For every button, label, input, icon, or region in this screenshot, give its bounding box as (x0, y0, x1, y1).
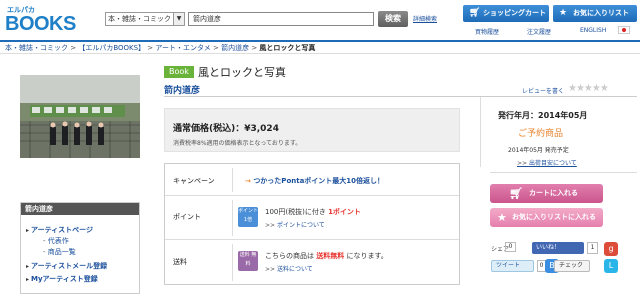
breadcrumb-item[interactable]: 本・雑誌・コミック (5, 44, 68, 52)
shipping-text-suffix: になります。 (346, 252, 388, 260)
add-to-cart-button[interactable]: 🛒︎ カートに入れる (490, 184, 603, 203)
rating-stars: ★★★★★ (568, 83, 609, 94)
point-badge-icon: ポイント 1倍 (238, 207, 258, 227)
price-box: 通常価格(税込)：¥3,024 消費税率8%適用の価格表示となっております。 (164, 108, 460, 152)
favorites-list-label: お気に入りリスト (573, 9, 629, 17)
regular-price: 通常価格(税込)：¥3,024 (173, 124, 279, 134)
mixi-check-label: チェック (559, 262, 584, 269)
japan-flag-icon[interactable] (618, 26, 630, 34)
category-value: 本・雑誌・コミック (108, 15, 171, 23)
write-review-link[interactable]: レビューを書く (522, 86, 564, 95)
campaign-label: キャンペーン (173, 177, 215, 185)
sidebar-sub-representative-works[interactable]: 代表作 (43, 236, 69, 246)
cart-icon: 🛒︎ (509, 187, 523, 200)
breadcrumb: 本・雑誌・コミック > 【エルパカBOOKS】 > アート・エンタメ > 箭内道… (5, 44, 316, 52)
advanced-search-link[interactable]: 詳細検索 (413, 14, 437, 23)
point-text-prefix: 100円(税抜)に付き (265, 208, 326, 216)
author-link[interactable]: 箭内道彦 (164, 83, 200, 96)
free-shipping-text: 送料無料 (316, 252, 345, 260)
shopping-cart-label: ショッピングカート (483, 9, 546, 17)
sidebar-item-my-artist[interactable]: Myアーティスト登録 (26, 274, 98, 284)
english-link[interactable]: ENGLISH (580, 27, 606, 34)
facebook-like-label: いいね！ (536, 244, 561, 251)
sidebar-sub-product-list[interactable]: 商品一覧 (43, 247, 76, 257)
share-count: 0 (505, 242, 516, 252)
site-header: エルパカ BOOKS 本・雑誌・コミック ▼ 箭内道彦 検索 詳細検索 🛒︎ シ… (0, 0, 640, 40)
shipping-info-link[interactable]: 送料について (265, 264, 313, 273)
shipping-row: 送料 送料 無料 こちらの商品は 送料無料 になります。 送料について (165, 240, 459, 285)
site-logo[interactable]: エルパカ BOOKS (5, 5, 76, 35)
breadcrumb-item[interactable]: 箭内道彦 (221, 44, 249, 52)
shipping-text-prefix: こちらの商品は (265, 252, 314, 260)
facebook-like-count: 1 (587, 242, 598, 254)
star-icon: ★ (559, 8, 568, 18)
sidebar-item-artist-page[interactable]: アーティストページ (26, 225, 93, 235)
search-input[interactable]: 箭内道彦 (188, 12, 374, 26)
category-select[interactable]: 本・雑誌・コミック ▼ (105, 12, 185, 26)
sidebar-title: 箭内道彦 (21, 203, 139, 215)
campaign-link[interactable]: つかったPontaポイント最大10倍返し！ (245, 176, 384, 186)
shipping-estimate-link[interactable]: 出荷目安について (517, 158, 577, 167)
row-divider (232, 168, 233, 192)
product-title: 風とロックと写真 (198, 66, 286, 79)
breadcrumb-current: 風とロックと写真 (259, 44, 316, 52)
sidebar-item-artist-mail[interactable]: アーティストメール登録 (26, 261, 107, 271)
logo-text: BOOKS (5, 13, 76, 35)
order-history-link[interactable]: 注文履歴 (527, 27, 551, 36)
row-divider (232, 200, 233, 236)
header-divider (0, 40, 640, 42)
breadcrumb-item[interactable]: 【エルパカBOOKS】 (78, 44, 145, 52)
breadcrumb-item[interactable]: アート・エンタメ (155, 44, 210, 52)
mixi-check-button[interactable]: チェック (554, 260, 590, 272)
facebook-like-button[interactable]: いいね！ (532, 242, 584, 254)
row-divider (232, 244, 233, 281)
tweet-label: ツイート (496, 262, 521, 269)
free-shipping-icon: 送料 無料 (238, 251, 258, 271)
point-text: 100円(税抜)に付き 1ポイント (265, 207, 361, 217)
campaign-row: キャンペーン つかったPontaポイント最大10倍返し！ (165, 164, 459, 196)
favorites-list-button[interactable]: ★ お気に入りリスト (553, 5, 637, 22)
shipping-text: こちらの商品は 送料無料 になります。 (265, 251, 388, 261)
add-to-cart-label: カートに入れる (529, 189, 578, 197)
right-panel-divider (480, 97, 481, 167)
shipping-label: 送料 (173, 258, 187, 266)
price-tax-note: 消費税率8%適用の価格表示となっております。 (173, 140, 302, 147)
title-divider (164, 96, 637, 97)
breadcrumb-divider (0, 53, 640, 54)
chevron-down-icon[interactable]: ▼ (173, 13, 184, 25)
preorder-status: ご予約商品 (518, 129, 564, 139)
release-date: 発行年月：2014年05月 (498, 111, 588, 120)
point-value: 1ポイント (328, 208, 361, 216)
point-label: ポイント (173, 213, 201, 221)
cart-icon: 🛒︎ (469, 8, 481, 18)
purchase-history-link[interactable]: 買物履歴 (475, 27, 499, 36)
add-to-favorites-button[interactable]: ★ お気に入りリストに入れる (490, 208, 603, 227)
right-divider (490, 172, 637, 173)
google-plus-icon[interactable]: g (604, 242, 618, 256)
star-icon: ★ (497, 211, 507, 224)
product-info-box: キャンペーン つかったPontaポイント最大10倍返し！ ポイント ポイント 1… (164, 163, 460, 285)
search-button[interactable]: 検索 (378, 11, 408, 27)
artist-sidebar: 箭内道彦 アーティストページ 代表作 商品一覧 アーティストメール登録 Myアー… (20, 202, 140, 294)
tweet-button[interactable]: ツイート (491, 260, 534, 272)
book-badge: Book (164, 66, 194, 78)
product-cover-image[interactable] (20, 75, 140, 158)
add-to-favorites-label: お気に入りリストに入れる (512, 213, 596, 221)
point-info-link[interactable]: ポイントについて (265, 220, 325, 229)
release-schedule: 2014年05月 発売予定 (508, 147, 569, 154)
shopping-cart-button[interactable]: 🛒︎ ショッピングカート (463, 5, 549, 22)
line-share-icon[interactable]: L (604, 259, 618, 273)
point-row: ポイント ポイント 1倍 100円(税抜)に付き 1ポイント ポイントについて (165, 196, 459, 240)
